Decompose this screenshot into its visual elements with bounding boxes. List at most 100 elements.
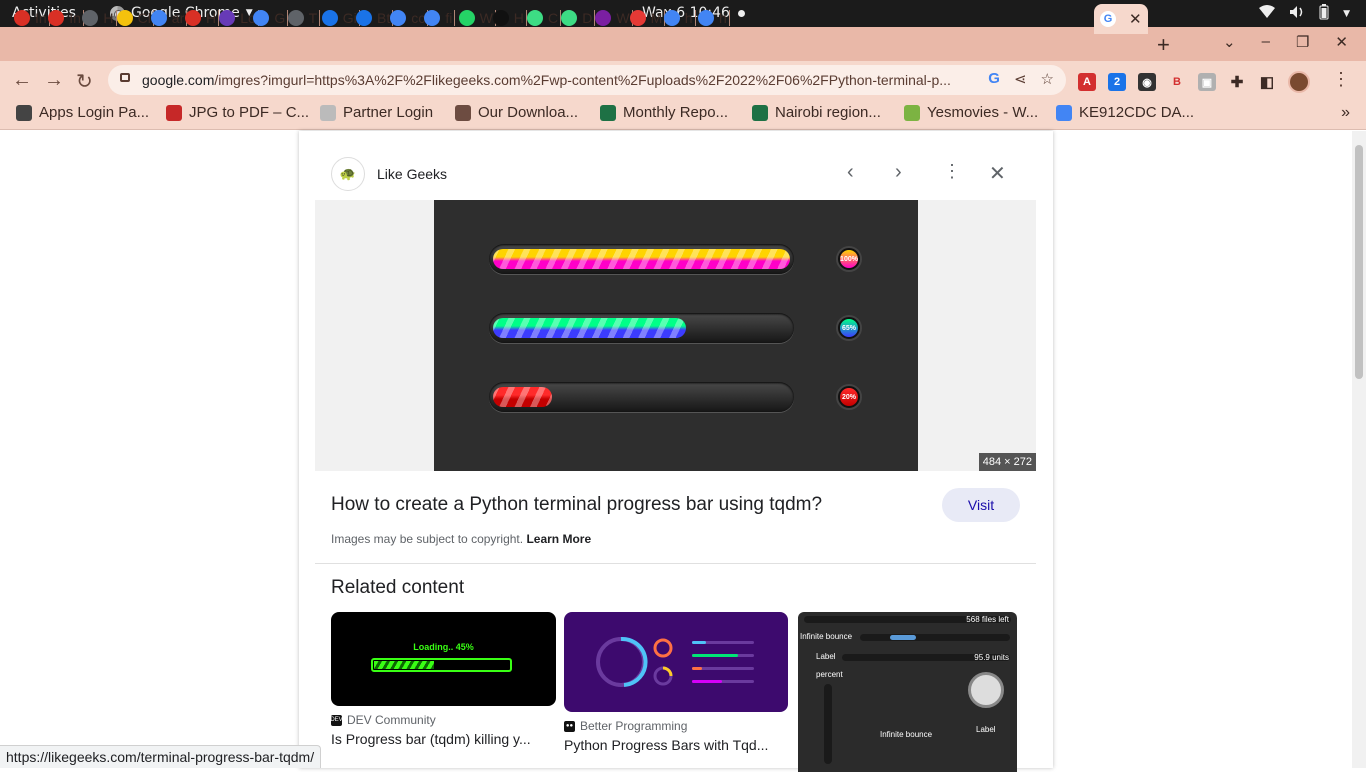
bookmark-item[interactable]: Monthly Repo... — [600, 104, 728, 121]
url-text[interactable]: google.com/imgres?imgurl=https%3A%2F%2Fl… — [142, 72, 972, 88]
tab[interactable]: D — [561, 6, 596, 30]
b-extension-icon[interactable]: B — [1168, 73, 1186, 91]
tab[interactable]: Lo — [219, 6, 259, 30]
preview-image[interactable]: 100% 65% 20% — [434, 200, 918, 471]
cloud-icon — [321, 10, 338, 26]
related-thumbnail[interactable]: 568 files left Infinite bounce Label 95.… — [798, 612, 1017, 772]
page-scrollbar[interactable] — [1352, 131, 1366, 768]
bookmark-item[interactable]: JPG to PDF – C... — [166, 104, 309, 121]
copyright-notice: Images may be subject to copyright. Lear… — [331, 532, 591, 546]
tab[interactable]: H — [82, 6, 117, 30]
source-row[interactable]: 🐢 Like Geeks — [331, 157, 447, 191]
forward-arrow-icon[interactable]: → — [44, 69, 64, 92]
acrobat-extension-icon[interactable]: A — [1078, 73, 1096, 91]
google-icon — [150, 10, 167, 26]
source-name[interactable]: Like Geeks — [377, 166, 447, 182]
globe-icon — [287, 10, 304, 26]
volume-icon[interactable] — [1289, 5, 1305, 23]
tab[interactable]: W — [458, 6, 496, 30]
tab[interactable]: T — [287, 6, 321, 30]
bookmark-item[interactable]: Apps Login Pa... — [16, 104, 149, 121]
more-options-icon[interactable]: ⋮ — [943, 161, 961, 182]
related-thumbnail[interactable] — [564, 612, 788, 712]
cloud-icon — [356, 10, 372, 26]
feather-icon — [320, 104, 336, 121]
visit-button[interactable]: Visit — [942, 488, 1020, 522]
profile-avatar[interactable] — [1288, 71, 1310, 93]
tab-active[interactable]: G ✕ — [1094, 4, 1148, 34]
close-window-icon[interactable]: ✕ — [1335, 33, 1348, 51]
bookmarks-overflow-icon[interactable]: » — [1341, 104, 1350, 122]
previous-image-icon[interactable]: ‹ — [847, 161, 854, 184]
progress-graphics — [596, 636, 754, 687]
tab[interactable]: ar — [150, 6, 188, 30]
chrome-menu-icon[interactable]: ⋮ — [1332, 69, 1350, 90]
tab[interactable]: In — [14, 6, 50, 30]
tab[interactable]: cc — [390, 6, 429, 30]
tab[interactable]: h — [663, 6, 696, 30]
related-card[interactable]: ●● Better Programming Python Progress Bar… — [564, 612, 788, 753]
next-image-icon[interactable]: › — [895, 161, 902, 184]
tab[interactable]: fi — [424, 6, 456, 30]
related-card[interactable]: 568 files left Infinite bounce Label 95.… — [798, 612, 1017, 772]
extension-badge-icon[interactable]: 2 — [1108, 73, 1126, 91]
power-menu-caret-icon[interactable]: ▼ — [1343, 9, 1350, 19]
tab[interactable]: Bt — [356, 6, 394, 30]
tab[interactable]: H — [492, 6, 527, 30]
play-icon — [904, 104, 920, 121]
label-text-2: Label — [976, 725, 996, 734]
cast-extension-icon[interactable]: ▣ — [1198, 73, 1216, 91]
minimize-icon[interactable]: – — [1262, 33, 1270, 51]
scrollbar-thumb[interactable] — [1355, 145, 1363, 379]
preview-progress-fill — [493, 387, 553, 407]
side-panel-icon[interactable]: ◧ — [1258, 73, 1276, 91]
window-controls: ⌄ – ❐ ✕ — [1223, 33, 1348, 51]
new-tab-button[interactable]: + — [1157, 32, 1170, 58]
tab[interactable]: h — [698, 6, 730, 30]
bookmark-item[interactable]: Partner Login — [320, 104, 433, 121]
page-content: 🐢 Like Geeks ‹ › ⋮ ✕ 100% 65% 20% 484 × 27… — [0, 131, 1366, 772]
close-viewer-icon[interactable]: ✕ — [989, 161, 1006, 186]
bookmark-item[interactable]: Nairobi region... — [752, 104, 881, 121]
tab[interactable]: Cl — [116, 6, 154, 30]
bookmark-item[interactable]: Yesmovies - W... — [904, 104, 1038, 121]
address-bar[interactable]: google.com/imgres?imgurl=https%3A%2F%2Fl… — [108, 65, 1066, 95]
gmail-icon — [14, 10, 30, 26]
bookmark-item[interactable]: Our Downloa... — [455, 104, 578, 121]
share-icon[interactable]: ⋖ — [1014, 70, 1027, 88]
image-title[interactable]: How to create a Python terminal progress… — [331, 494, 822, 516]
tab-label: W — [479, 10, 493, 26]
tab[interactable]: Gi — [321, 6, 360, 30]
tab-label: M — [650, 10, 663, 26]
wifi-icon[interactable] — [1259, 5, 1276, 23]
lock-icon[interactable] — [120, 73, 130, 82]
tab[interactable]: W — [595, 6, 633, 30]
maximize-icon[interactable]: ❐ — [1296, 33, 1309, 51]
tab[interactable]: In — [48, 6, 84, 30]
bookmark-item[interactable]: KE912CDC DA... — [1056, 104, 1194, 121]
card-source: Better Programming — [580, 719, 688, 733]
preview-percent-knob: 20% — [836, 384, 862, 410]
tab[interactable]: H — [185, 6, 220, 30]
related-card[interactable]: Loading.. 45% DEV DEV Community Is Progre… — [330, 612, 556, 747]
back-arrow-icon[interactable]: ← — [12, 69, 32, 92]
puzzle-icon[interactable]: ✚ — [1228, 73, 1246, 91]
tab-close-icon[interactable]: ✕ — [1129, 10, 1142, 28]
tab-search-icon[interactable]: ⌄ — [1223, 33, 1236, 51]
tab[interactable]: G — [253, 6, 289, 30]
tampermonkey-extension-icon[interactable]: ◉ — [1138, 73, 1156, 91]
image-preview-area[interactable]: 100% 65% 20% 484 × 272 — [315, 200, 1036, 471]
google-lens-icon[interactable]: G — [988, 70, 1000, 88]
preview-percent-label: 65% — [840, 319, 858, 337]
system-tray[interactable]: ▼ — [1259, 4, 1350, 24]
card-title[interactable]: Is Progress bar (tqdm) killing y... — [331, 731, 555, 747]
card-title[interactable]: Python Progress Bars with Tqd... — [564, 737, 788, 753]
tab[interactable]: M — [629, 6, 666, 30]
bookmark-star-icon[interactable]: ☆ — [1041, 70, 1054, 88]
bookmark-label: Nairobi region... — [775, 104, 881, 121]
battery-icon[interactable] — [1319, 4, 1329, 24]
tab[interactable]: C — [527, 6, 562, 30]
reload-icon[interactable]: ↻ — [76, 69, 93, 94]
related-thumbnail[interactable]: Loading.. 45% — [331, 612, 556, 706]
learn-more-link[interactable]: Learn More — [526, 532, 591, 546]
